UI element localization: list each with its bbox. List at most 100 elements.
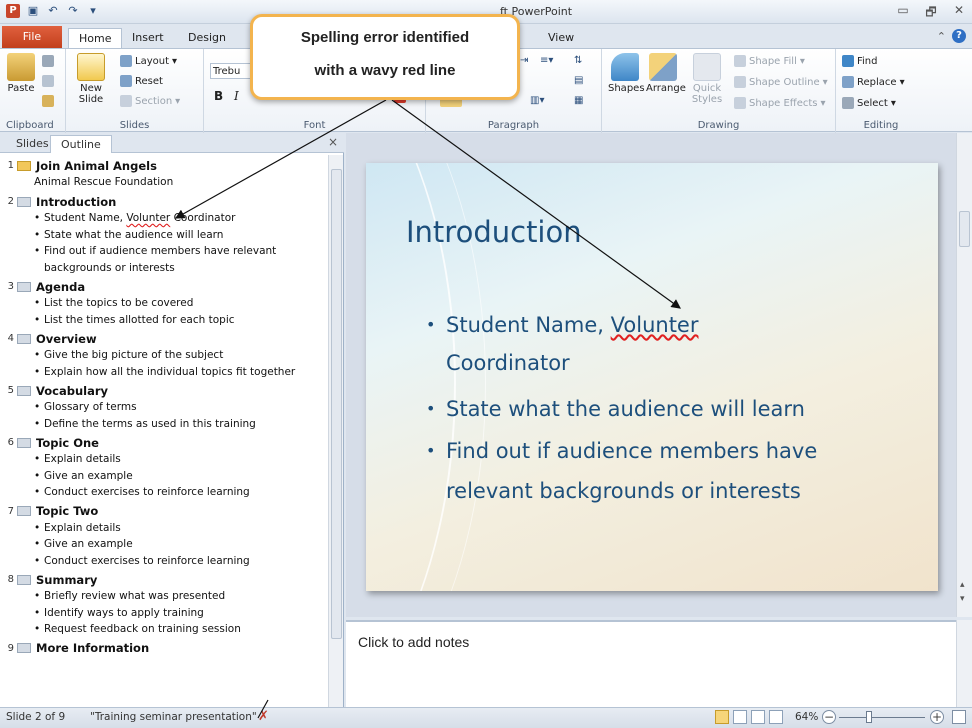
outline-scrollbar[interactable] [328, 155, 343, 707]
slide-thumbnail-icon[interactable] [17, 506, 31, 516]
format-painter-icon[interactable] [42, 95, 54, 107]
shape-fill-button[interactable]: Shape Fill ▾ [734, 55, 805, 67]
outline-slide-title[interactable]: Agenda [36, 280, 85, 294]
tab-design[interactable]: Design [178, 28, 236, 48]
cut-icon[interactable] [42, 55, 54, 67]
outline-slide-title[interactable]: Introduction [36, 195, 116, 209]
help-icon[interactable]: ? [952, 29, 966, 43]
close-icon[interactable]: ✕ [952, 3, 966, 24]
zoom-level[interactable]: 64% [795, 711, 818, 723]
outline-slide-entry[interactable]: 6 Topic One • Explain details • Give an examp… [4, 434, 328, 501]
outline-slide-title[interactable]: Vocabulary [36, 384, 108, 398]
line-spacing-icon[interactable]: ≡▾ [540, 55, 553, 66]
columns-icon[interactable]: ▥▾ [530, 95, 544, 106]
section-button[interactable]: Section ▾ [120, 95, 180, 107]
slide-bullet-continuation[interactable]: Coordinator [446, 343, 570, 383]
find-button[interactable]: Find [842, 55, 878, 67]
outline-slide-title[interactable]: Join Animal Angels [36, 159, 157, 173]
slide-scroll-thumb[interactable] [959, 211, 970, 247]
select-button[interactable]: Select ▾ [842, 97, 896, 109]
outline-slide-heading[interactable]: 5 Vocabulary [4, 382, 328, 399]
next-slide-icon[interactable]: ▾ [960, 595, 965, 604]
outline-scroll-thumb[interactable] [331, 169, 342, 639]
slide-thumbnail-icon[interactable] [17, 385, 31, 396]
outline-bullet[interactable]: • Give an example [4, 536, 328, 553]
misspelled-word[interactable]: Volunter [126, 212, 170, 224]
minimize-icon[interactable]: ▭ [896, 3, 910, 24]
align-text-icon[interactable]: ▤ [574, 75, 583, 86]
outline-slide-heading[interactable]: 4 Overview [4, 330, 328, 347]
new-slide-button[interactable]: New Slide [74, 53, 108, 105]
restore-icon[interactable]: 🗗 [924, 3, 938, 24]
italic-button[interactable]: I [234, 89, 239, 103]
tab-home[interactable]: Home [68, 28, 123, 48]
outline-slide-title[interactable]: Summary [36, 573, 97, 587]
tab-outline[interactable]: Outline [50, 135, 112, 153]
text-direction-icon[interactable]: ⇅ [574, 55, 582, 66]
copy-icon[interactable] [42, 75, 54, 87]
slideshow-icon[interactable] [769, 710, 783, 724]
outline-slide-title[interactable]: Overview [36, 332, 97, 346]
slide-canvas[interactable]: Introduction • Student Name, Volunter Co… [366, 163, 938, 591]
slide-bullet[interactable]: • State what the audience will learn [426, 389, 805, 429]
shape-effects-button[interactable]: Shape Effects ▾ [734, 97, 826, 109]
outline-bullet[interactable]: • List the times allotted for each topic [4, 312, 328, 329]
slide-thumbnail-icon[interactable] [17, 160, 31, 171]
zoom-slider-thumb[interactable] [866, 711, 872, 723]
outline-bullet[interactable]: • Give the big picture of the subject [4, 347, 328, 364]
outline-subtitle[interactable]: Animal Rescue Foundation [4, 174, 328, 191]
shapes-button[interactable]: Shapes [608, 53, 645, 94]
zoom-in-icon[interactable]: + [930, 710, 944, 724]
notes-placeholder[interactable]: Click to add notes [358, 634, 469, 650]
spelling-check-icon[interactable]: ✗ [258, 709, 276, 725]
zoom-slider[interactable] [839, 717, 925, 718]
outline-slide-heading[interactable]: 1 Join Animal Angels [4, 157, 328, 174]
arrange-button[interactable]: Arrange [646, 53, 686, 94]
outline-slide-heading[interactable]: 3 Agenda [4, 278, 328, 295]
slide-bullet[interactable]: • Find out if audience members have [426, 431, 817, 471]
powerpoint-logo-icon[interactable]: P [6, 4, 20, 18]
slide-thumbnail-icon[interactable] [17, 643, 31, 653]
outline-bullet[interactable]: • Briefly review what was presented [4, 588, 328, 605]
outline-slide-title[interactable]: Topic One [36, 436, 99, 450]
bold-button[interactable]: B [214, 89, 223, 103]
outline-slide-title[interactable]: Topic Two [36, 504, 98, 518]
tab-view[interactable]: View [538, 28, 584, 48]
slide-sorter-icon[interactable] [733, 710, 747, 724]
outline-bullet[interactable]: • Identify ways to apply training [4, 605, 328, 622]
outline-bullet[interactable]: • Find out if audience members have relev… [4, 243, 328, 276]
outline-slide-heading[interactable]: 6 Topic One [4, 434, 328, 451]
outline-slide-entry[interactable]: 7 Topic Two • Explain details • Give an examp… [4, 503, 328, 570]
slide-thumbnail-icon[interactable] [17, 574, 31, 585]
outline-bullet[interactable]: • Explain how all the individual topics f… [4, 364, 328, 381]
slide-bullet[interactable]: • Student Name, Volunter [426, 305, 699, 345]
outline-slide-entry[interactable]: 5 Vocabulary • Glossary of terms • Define the… [4, 382, 328, 432]
undo-icon[interactable]: ↶ [46, 4, 60, 18]
outline-bullet[interactable]: • List the topics to be covered [4, 295, 328, 312]
outline-slide-heading[interactable]: 2 Introduction [4, 193, 328, 210]
outline-bullet[interactable]: • Request feedback on training session [4, 621, 328, 638]
outline-slide-entry[interactable]: 9 More Information [4, 640, 328, 657]
slide-thumbnail-icon[interactable] [17, 196, 31, 207]
replace-button[interactable]: Replace ▾ [842, 76, 905, 88]
close-pane-icon[interactable]: × [328, 135, 338, 149]
outline-slide-heading[interactable]: 7 Topic Two [4, 503, 328, 520]
tab-file[interactable]: File [2, 26, 62, 48]
shape-outline-button[interactable]: Shape Outline ▾ [734, 76, 828, 88]
slide-thumbnail-icon[interactable] [17, 333, 31, 344]
zoom-out-icon[interactable]: − [822, 710, 836, 724]
minimize-ribbon-icon[interactable]: ⌃ [937, 30, 946, 43]
misspelled-word[interactable]: Volunter [611, 313, 699, 337]
save-icon[interactable]: ▣ [26, 4, 40, 18]
paste-button[interactable]: Paste [4, 53, 38, 94]
outline-bullet[interactable]: • Explain details [4, 520, 328, 537]
outline-slide-entry[interactable]: 1 Join Animal Angels Animal Rescue Foundat… [4, 157, 328, 191]
outline-bullet[interactable]: • Conduct exercises to reinforce learning [4, 484, 328, 501]
tab-insert[interactable]: Insert [122, 28, 174, 48]
outline-bullet[interactable]: • Explain details [4, 451, 328, 468]
outline-bullet[interactable]: • Give an example [4, 468, 328, 485]
outline-slide-title[interactable]: More Information [36, 641, 149, 655]
slide-thumbnail-icon[interactable] [17, 437, 31, 448]
slide-title[interactable]: Introduction [406, 215, 582, 249]
smartart-icon[interactable]: ▦ [574, 95, 583, 106]
